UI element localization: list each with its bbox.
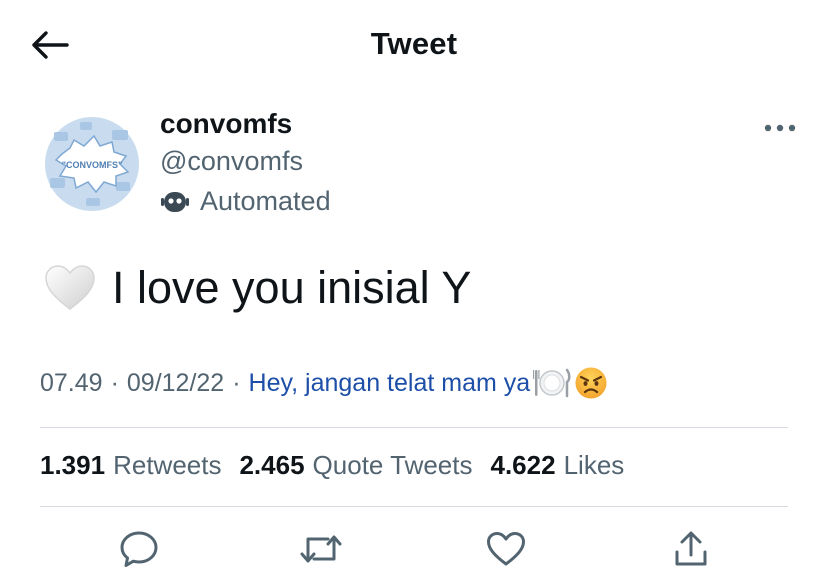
retweets-stat[interactable]: 1.391 Retweets	[40, 450, 221, 481]
likes-count: 4.622	[490, 450, 556, 480]
robot-icon	[161, 191, 189, 212]
avatar-image: "CONVOMFS"	[40, 112, 144, 216]
page-title: Tweet	[370, 26, 458, 61]
tweet-date: 09/12/22	[126, 368, 225, 397]
likes-stat[interactable]: 4.622 Likes	[491, 450, 625, 481]
divider	[40, 506, 788, 507]
top-bar: Tweet	[0, 0, 828, 90]
more-icon	[764, 124, 796, 132]
plate-with-cutlery-icon	[532, 366, 572, 400]
tweet-time: 07.49	[40, 368, 103, 397]
user-handle[interactable]: @convomfs	[160, 146, 303, 177]
reply-button[interactable]	[114, 524, 164, 574]
reply-icon	[120, 531, 158, 567]
share-button[interactable]	[666, 524, 716, 574]
tweet-text-content: I love you inisial Y	[112, 262, 472, 313]
svg-text:"CONVOMFS": "CONVOMFS"	[62, 160, 123, 170]
angry-face-icon	[574, 366, 608, 400]
tweet-meta: 07.49 · 09/12/22 · Hey, jangan telat mam…	[40, 366, 608, 400]
likes-label: Likes	[563, 450, 625, 480]
display-name[interactable]: convomfs	[160, 108, 292, 140]
tweet-text: I love you inisial Y	[44, 262, 471, 314]
heart-icon	[487, 532, 525, 566]
more-options-button[interactable]	[756, 112, 804, 144]
tweet-detail-page: Tweet "CONVOMFS" convomfs @convomfs Auto…	[0, 0, 828, 588]
tweet-author: "CONVOMFS" convomfs @convomfs Automated	[40, 108, 800, 223]
meta-separator: ·	[232, 368, 241, 397]
quote-tweets-count: 2.465	[239, 450, 305, 480]
share-icon	[675, 531, 707, 566]
tweet-actions	[0, 520, 828, 580]
tweet-stats: 1.391 Retweets 2.465 Quote Tweets 4.622 …	[40, 450, 642, 481]
white-heart-icon	[45, 265, 95, 310]
quote-tweets-stat[interactable]: 2.465 Quote Tweets	[239, 450, 472, 481]
automated-label-row: Automated	[160, 186, 331, 217]
automated-label: Automated	[200, 186, 331, 216]
meta-separator: ·	[110, 368, 119, 397]
retweet-button[interactable]	[296, 524, 346, 574]
retweets-count: 1.391	[40, 450, 106, 480]
retweet-icon	[300, 535, 342, 563]
tweet-source-link[interactable]: Hey, jangan telat mam ya	[249, 369, 531, 398]
quote-tweets-label: Quote Tweets	[312, 450, 473, 480]
avatar[interactable]: "CONVOMFS"	[40, 112, 144, 216]
like-button[interactable]	[481, 524, 531, 574]
retweets-label: Retweets	[113, 450, 222, 480]
divider	[40, 427, 788, 428]
